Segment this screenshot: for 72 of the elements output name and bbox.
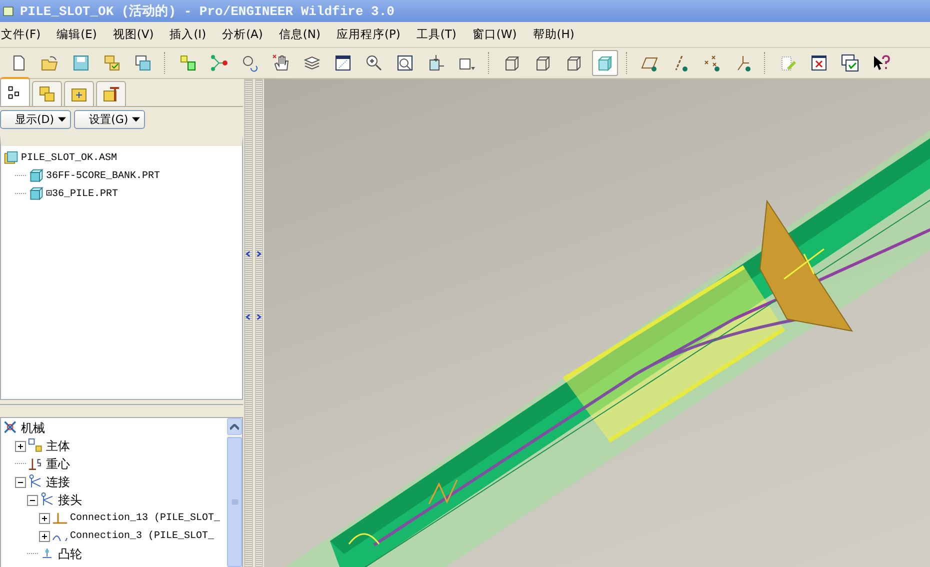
menu-item[interactable]: 插入(I) bbox=[168, 27, 214, 42]
window-zoom-icon bbox=[334, 54, 352, 72]
menu-item[interactable]: 窗口(W) bbox=[471, 27, 525, 42]
menu-item[interactable]: 信息(N) bbox=[278, 27, 328, 42]
splitter-handle[interactable] bbox=[244, 79, 252, 567]
zoom-in-icon bbox=[365, 54, 383, 72]
nodes-icon bbox=[210, 54, 228, 72]
menu-item[interactable]: 帮助(H) bbox=[532, 27, 582, 42]
window-title: PILE_SLOT_OK (活动的) - Pro/ENGINEER Wildfire 3.0 bbox=[20, 3, 394, 20]
reorient-icon bbox=[427, 54, 445, 72]
tree-item[interactable]: ⊡36_PILE.PRT bbox=[46, 188, 118, 200]
menu-item[interactable]: 分析(A) bbox=[221, 27, 271, 42]
splitter-handle[interactable] bbox=[254, 79, 263, 567]
navigator-tab[interactable] bbox=[0, 77, 30, 106]
plus-icon bbox=[41, 514, 48, 522]
part-icon bbox=[28, 168, 44, 184]
save-copy-icon bbox=[134, 54, 152, 72]
grip-icon bbox=[230, 498, 238, 506]
tree-item[interactable]: 主体 bbox=[46, 438, 70, 454]
open-folder-icon bbox=[41, 54, 59, 72]
window-icon bbox=[2, 4, 16, 18]
tree-item[interactable]: Connection_3 (PILE_SLOT_ bbox=[70, 530, 214, 542]
annotation-icon bbox=[779, 54, 797, 72]
regenerate-icon bbox=[241, 54, 259, 72]
pin-joint-icon bbox=[52, 512, 68, 524]
wireframe-cube-icon bbox=[534, 54, 552, 72]
gravity-icon bbox=[28, 456, 44, 472]
close-window-icon bbox=[810, 54, 828, 72]
menu-item[interactable]: 应用程序(P) bbox=[335, 27, 408, 42]
assembly-icon bbox=[3, 150, 19, 166]
menu-item[interactable]: 工具(T) bbox=[415, 27, 464, 42]
tree-item[interactable]: 接头 bbox=[58, 492, 82, 508]
tree-item[interactable]: Connection_13 (PILE_SLOT_ bbox=[70, 512, 220, 524]
zoom-fit-icon bbox=[396, 54, 414, 72]
tree-item[interactable]: 凸轮 bbox=[58, 546, 82, 562]
expand-toggle[interactable] bbox=[15, 476, 26, 488]
datum-points-icon bbox=[703, 54, 721, 72]
save-icon bbox=[72, 54, 90, 72]
tree-item[interactable]: PILE_SLOT_OK.ASM bbox=[21, 152, 118, 164]
expand-toggle[interactable] bbox=[39, 512, 50, 524]
layers-icon bbox=[303, 54, 321, 72]
blocks-icon bbox=[179, 54, 197, 72]
expand-toggle[interactable] bbox=[27, 494, 38, 506]
bodies-icon bbox=[28, 438, 44, 454]
tree-item[interactable]: 36FF-5CORE_BANK.PRT bbox=[46, 170, 160, 182]
tree-item[interactable]: 重心 bbox=[46, 456, 70, 472]
tool-folder-icon bbox=[102, 85, 120, 103]
hand-icon bbox=[272, 54, 290, 72]
tree-item[interactable]: 连接 bbox=[46, 474, 70, 490]
part-icon bbox=[28, 186, 44, 202]
shaded-cube-icon bbox=[596, 54, 614, 72]
menu-item[interactable]: 编辑(E) bbox=[56, 27, 105, 42]
scroll-bar[interactable] bbox=[227, 418, 242, 567]
mechanism-icon bbox=[3, 420, 19, 436]
activate-window-icon bbox=[841, 54, 859, 72]
wireframe-cube-icon bbox=[565, 54, 583, 72]
plus-icon bbox=[17, 442, 24, 450]
menu-item[interactable]: 文件(F) bbox=[0, 27, 49, 42]
dropdown-arrow-icon bbox=[58, 117, 66, 122]
wireframe-cube-icon bbox=[503, 54, 521, 72]
expand-toggle[interactable] bbox=[39, 530, 50, 542]
context-help-icon bbox=[872, 54, 890, 72]
dropdown-arrow-icon bbox=[132, 117, 140, 122]
folders-icon bbox=[103, 54, 121, 72]
scroll-up-icon bbox=[230, 424, 239, 430]
dropdown-button[interactable]: 显示(D) bbox=[0, 110, 72, 129]
expand-toggle[interactable] bbox=[15, 440, 26, 452]
folders-icon bbox=[38, 85, 56, 103]
menu-item[interactable]: 视图(V) bbox=[112, 27, 162, 42]
dropdown-button[interactable]: 设置(G) bbox=[74, 110, 146, 129]
plus-icon bbox=[41, 532, 48, 540]
tree-item[interactable]: 机械 bbox=[21, 420, 45, 436]
